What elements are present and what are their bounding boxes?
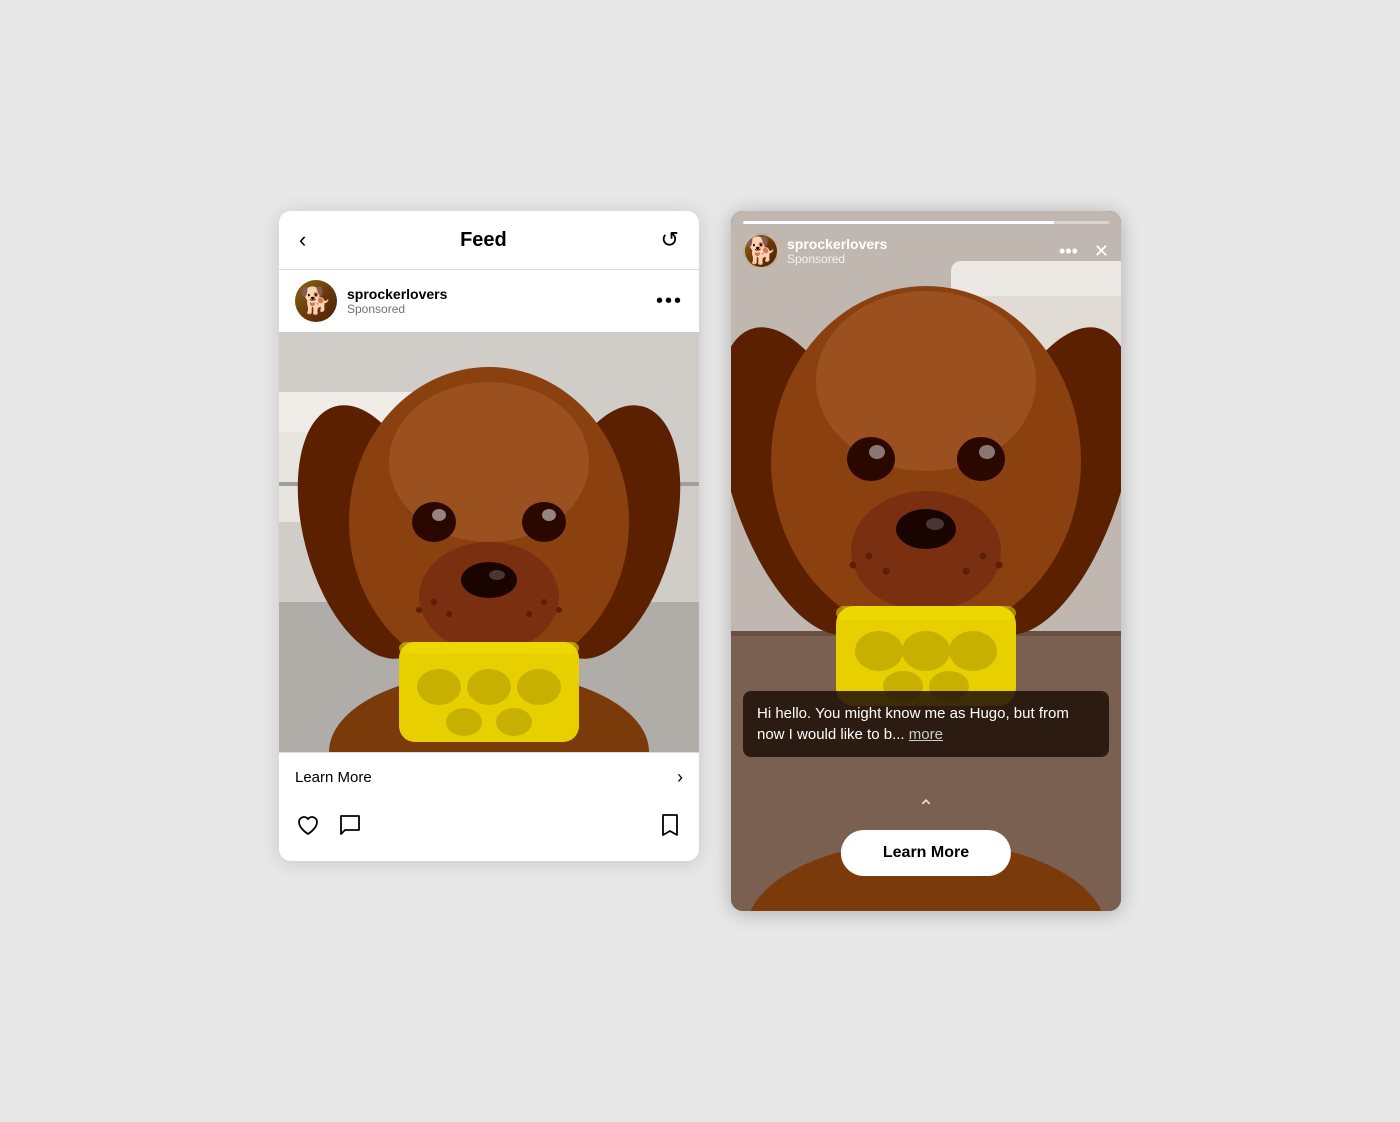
story-phone: sprockerlovers Sponsored ••• ✕ <box>731 211 1121 911</box>
story-avatar <box>743 233 779 269</box>
bookmark-icon <box>657 812 683 838</box>
like-button[interactable] <box>295 812 321 845</box>
bookmark-button[interactable] <box>657 812 683 845</box>
swipe-up-icon: ⌃ <box>918 795 935 820</box>
post-sponsored: Sponsored <box>347 302 447 316</box>
learn-more-arrow-icon: › <box>677 767 683 788</box>
feed-image <box>279 332 699 752</box>
feed-post-header: sprockerlovers Sponsored ••• <box>279 270 699 332</box>
post-username: sprockerlovers <box>347 286 447 302</box>
story-sponsored: Sponsored <box>787 252 887 266</box>
avatar <box>295 280 337 322</box>
post-more-button[interactable]: ••• <box>656 290 683 313</box>
story-username: sprockerlovers <box>787 236 887 252</box>
feed-actions-left <box>295 812 363 845</box>
heart-icon <box>295 812 321 838</box>
learn-more-label: Learn More <box>295 769 372 786</box>
story-more-button[interactable]: ••• <box>1059 241 1078 262</box>
post-text-info: sprockerlovers Sponsored <box>347 286 447 316</box>
comment-icon <box>337 812 363 838</box>
feed-actions-bar <box>279 802 699 861</box>
feed-title: Feed <box>460 229 507 252</box>
comment-button[interactable] <box>337 812 363 845</box>
story-close-button[interactable]: ✕ <box>1094 241 1109 262</box>
story-actions: ••• ✕ <box>1059 241 1109 262</box>
story-text-info: sprockerlovers Sponsored <box>787 236 887 266</box>
feed-dog-illustration <box>279 332 699 752</box>
post-user-info: sprockerlovers Sponsored <box>295 280 447 322</box>
feed-header: ‹ Feed ↺ <box>279 211 699 270</box>
main-container: ‹ Feed ↺ sprockerlovers Sponsored ••• <box>239 171 1161 951</box>
story-learn-more-button[interactable]: Learn More <box>841 830 1011 876</box>
story-user-info: sprockerlovers Sponsored <box>743 233 887 269</box>
story-caption: Hi hello. You might know me as Hugo, but… <box>743 691 1109 757</box>
refresh-button[interactable]: ↺ <box>661 227 679 253</box>
story-image: Hi hello. You might know me as Hugo, but… <box>731 211 1121 911</box>
feed-phone: ‹ Feed ↺ sprockerlovers Sponsored ••• <box>279 211 699 861</box>
story-caption-text: Hi hello. You might know me as Hugo, but… <box>757 705 1069 743</box>
story-caption-more-link[interactable]: more <box>909 726 943 743</box>
story-header: sprockerlovers Sponsored ••• ✕ <box>731 211 1121 277</box>
feed-learn-more-bar[interactable]: Learn More › <box>279 752 699 802</box>
story-learn-more-area: Learn More <box>841 830 1011 876</box>
back-button[interactable]: ‹ <box>299 227 306 253</box>
